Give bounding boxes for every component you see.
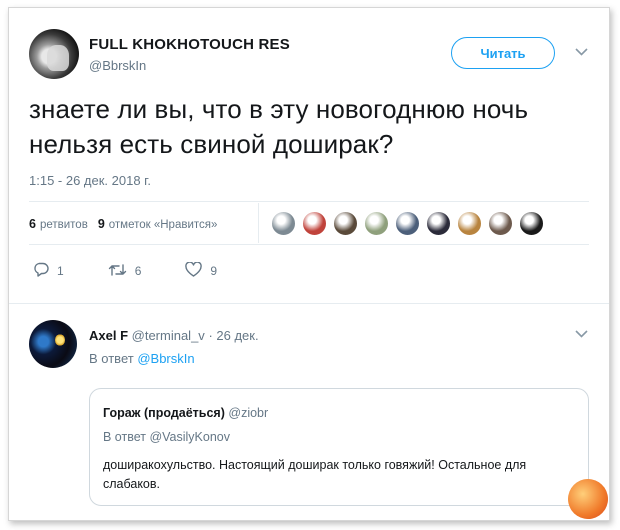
tweet-stats: 6 ретвитов 9 отметок «Нравится» [29, 217, 227, 231]
heart-icon [185, 261, 210, 280]
divider [258, 203, 259, 243]
quote-display-name: Гораж (продаёться) [103, 406, 225, 420]
follow-button[interactable]: Читать [451, 37, 555, 69]
like-button[interactable]: 9 [185, 261, 218, 280]
retweets-stat[interactable]: 6 ретвитов [29, 217, 88, 231]
tweet-actions: 1 6 9 [33, 261, 261, 280]
tweet-timestamp[interactable]: 1:15 - 26 дек. 2018 г. [29, 173, 151, 188]
retweets-label: ретвитов [39, 219, 88, 231]
retweets-count: 6 [29, 217, 36, 231]
like-count: 9 [210, 264, 218, 278]
reply-header: Axel F @terminal_v · 26 дек. [89, 328, 259, 343]
retweet-count: 6 [134, 264, 142, 278]
quote-header: Гораж (продаёться) @ziobr [103, 406, 268, 420]
liker-avatar[interactable] [395, 211, 420, 236]
quote-in-reply-to: В ответ @VasilyKonov [103, 430, 230, 444]
divider [29, 244, 589, 245]
reply-time[interactable]: · 26 дек. [208, 328, 258, 343]
liker-avatar[interactable] [271, 211, 296, 236]
quoted-tweet[interactable]: Гораж (продаёться) @ziobr В ответ @Vasil… [89, 388, 589, 506]
avatar[interactable] [29, 29, 79, 79]
tweet-text: знаете ли вы, что в эту новогоднюю ночь … [29, 94, 529, 159]
divider [9, 303, 609, 304]
display-name[interactable]: FULL KHOKHOTOUCH RES [89, 36, 290, 53]
in-reply-prefix: В ответ [89, 351, 134, 366]
reply-icon [33, 262, 57, 280]
liker-avatar[interactable] [302, 211, 327, 236]
tweet-card: FULL KHOKHOTOUCH RES @BbrskIn Читать зна… [8, 7, 610, 521]
chevron-down-icon[interactable] [575, 330, 588, 338]
retweet-button[interactable]: 6 [108, 263, 142, 280]
liker-avatar[interactable] [333, 211, 358, 236]
retweet-icon [108, 263, 135, 280]
user-handle[interactable]: @BbrskIn [89, 58, 146, 73]
chevron-down-icon[interactable] [575, 48, 588, 56]
liker-avatar[interactable] [364, 211, 389, 236]
in-reply-handle-link[interactable]: @BbrskIn [137, 351, 194, 366]
likes-count: 9 [97, 217, 105, 231]
liker-avatar[interactable] [519, 211, 544, 236]
divider [29, 201, 589, 202]
liker-avatar[interactable] [457, 211, 482, 236]
quote-text: доширакохульство. Настоящий доширак толь… [103, 458, 527, 491]
in-reply-to: В ответ @BbrskIn [89, 351, 195, 366]
likes-label: отметок «Нравится» [108, 219, 218, 231]
display-name[interactable]: Axel F [89, 328, 128, 343]
avatar[interactable] [29, 320, 77, 368]
likes-stat[interactable]: 9 отметок «Нравится» [98, 217, 218, 231]
reply-count: 1 [57, 264, 64, 278]
reply-button[interactable]: 1 [33, 262, 64, 280]
quote-handle: @ziobr [228, 406, 269, 420]
likers-avatars [271, 211, 550, 236]
liker-avatar[interactable] [426, 211, 451, 236]
user-handle[interactable]: @terminal_v [132, 328, 205, 343]
liker-avatar[interactable] [488, 211, 513, 236]
